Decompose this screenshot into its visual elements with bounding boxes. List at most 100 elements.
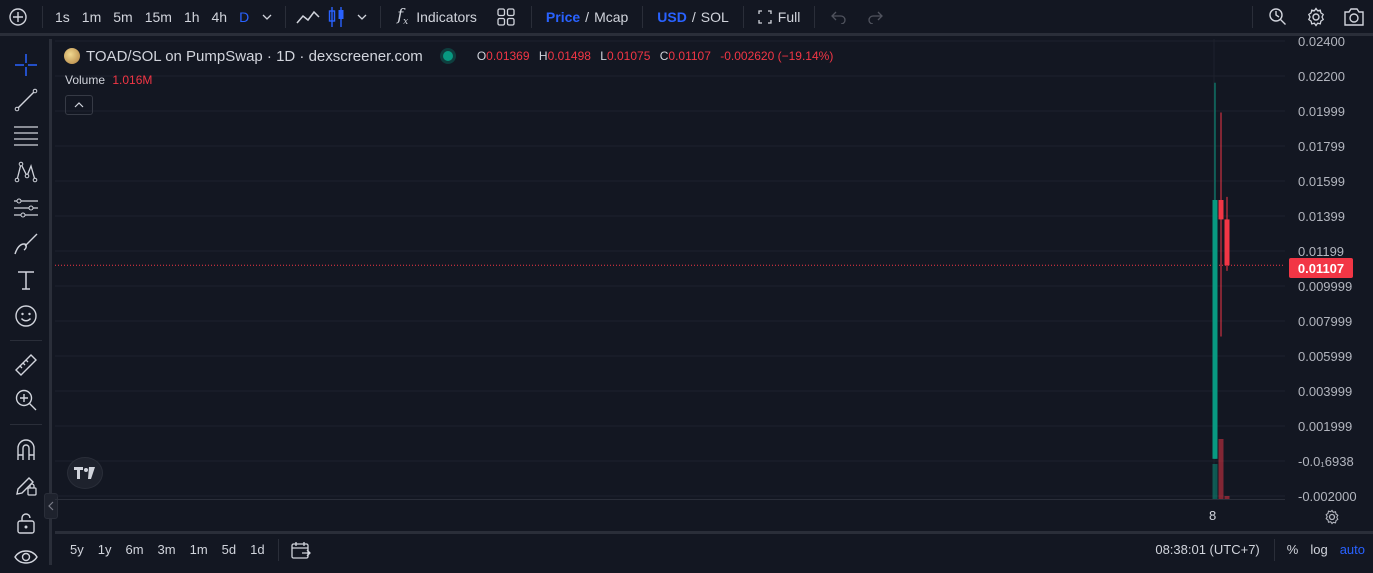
text-icon[interactable] <box>10 264 42 296</box>
undo-icon[interactable] <box>821 0 857 35</box>
chart-legend: TOAD/SOL on PumpSwap · 1D · dexscreener.… <box>64 46 839 66</box>
range-5y[interactable]: 5y <box>63 542 91 557</box>
separator <box>530 5 532 28</box>
price-axis-settings-icon[interactable] <box>1322 507 1342 527</box>
range-3m[interactable]: 3m <box>151 542 183 557</box>
price-tick: 0.009999 <box>1298 279 1353 294</box>
tradingview-logo-icon <box>74 467 95 479</box>
line-chart-icon[interactable] <box>292 0 324 35</box>
price-tick: 0.01999 <box>1298 104 1345 119</box>
price-axis[interactable]: 0.02400 0.02200 0.01999 0.01799 0.01599 0.013… <box>1285 34 1373 531</box>
separator <box>1252 5 1253 28</box>
date-range-icon[interactable] <box>285 541 317 559</box>
auto-toggle[interactable]: auto <box>1334 542 1373 557</box>
collapse-legend-button[interactable] <box>65 95 93 115</box>
slash: / <box>691 8 696 25</box>
settings-gear-icon[interactable] <box>1297 0 1335 35</box>
magnet-icon[interactable] <box>10 434 42 466</box>
close-value: 0.01107 <box>668 49 711 63</box>
fullscreen-icon <box>758 9 772 24</box>
volume-legend: Volume 1.016M <box>65 73 152 87</box>
indicators-button[interactable]: fx Indicators <box>387 0 487 35</box>
symbol-title[interactable]: TOAD/SOL on PumpSwap · 1D · dexscreener.… <box>86 48 423 65</box>
prediction-icon[interactable] <box>10 192 42 224</box>
interval-d[interactable]: D <box>233 0 255 35</box>
percent-toggle[interactable]: % <box>1281 542 1305 557</box>
slash: / <box>585 8 590 25</box>
separator <box>642 5 644 28</box>
trend-line-icon[interactable] <box>10 84 42 116</box>
chevron-down-icon[interactable] <box>350 0 374 35</box>
interval-1m[interactable]: 1m <box>76 0 107 35</box>
add-symbol-icon[interactable] <box>0 0 36 35</box>
emoji-icon[interactable] <box>10 300 42 332</box>
log-toggle[interactable]: log <box>1304 542 1333 557</box>
current-price-label: 0.01107 <box>1289 258 1353 278</box>
separator <box>285 5 287 28</box>
change-value: -0.002620 (−19.14%) <box>720 49 834 63</box>
price-tick: 0.01599 <box>1298 174 1345 189</box>
separator <box>380 5 382 28</box>
layouts-icon[interactable] <box>487 0 525 35</box>
separator <box>277 538 279 561</box>
fullscreen-button[interactable]: Full <box>750 0 809 35</box>
open-value: 0.01369 <box>486 49 530 63</box>
separator <box>10 424 42 425</box>
drawing-toolbar <box>0 39 58 565</box>
tradingview-logo[interactable] <box>67 457 103 489</box>
eye-icon[interactable] <box>10 541 42 573</box>
indicators-label: Indicators <box>416 8 477 25</box>
usd-sol-toggle[interactable]: USD / SOL <box>649 0 736 35</box>
crosshair-icon[interactable] <box>10 49 42 81</box>
redo-icon[interactable] <box>857 0 893 35</box>
clock-timezone[interactable]: 08:38:01 (UTC+7) <box>1147 542 1267 557</box>
price-tick: -0.002000 <box>1298 489 1357 504</box>
volume-bar <box>1218 439 1224 499</box>
ruler-icon[interactable] <box>10 349 42 381</box>
time-axis[interactable]: 8 <box>55 499 1285 531</box>
quick-search-icon[interactable] <box>1259 0 1297 35</box>
chevron-down-icon[interactable] <box>255 0 279 35</box>
chevron-up-icon <box>74 102 84 108</box>
fib-retracement-icon[interactable] <box>10 120 42 152</box>
interval-4h[interactable]: 4h <box>206 0 234 35</box>
interval-5m[interactable]: 5m <box>107 0 138 35</box>
range-1d[interactable]: 1d <box>243 542 271 557</box>
chevron-left-icon <box>48 501 54 511</box>
candles-icon[interactable] <box>324 0 350 35</box>
lock-icon[interactable] <box>10 507 42 539</box>
price-tick: 0.01799 <box>1298 139 1345 154</box>
mcap-option: Mcap <box>594 8 629 25</box>
volume-bar <box>1212 464 1218 499</box>
zoom-in-icon[interactable] <box>10 384 42 416</box>
range-6m[interactable]: 6m <box>118 542 150 557</box>
time-axis-tick: 8 <box>1209 508 1217 523</box>
volume-value: 1.016M <box>112 73 153 87</box>
lock-drawing-pencil-icon[interactable] <box>10 469 42 501</box>
price-tick: 0.005999 <box>1298 349 1353 364</box>
price-mcap-toggle[interactable]: Price / Mcap <box>538 0 636 35</box>
range-1y[interactable]: 1y <box>91 542 119 557</box>
interval-1h[interactable]: 1h <box>178 0 206 35</box>
interval-15m[interactable]: 15m <box>139 0 178 35</box>
range-1m[interactable]: 1m <box>183 542 215 557</box>
interval-1s[interactable]: 1s <box>49 0 76 35</box>
toad-token-icon <box>64 48 80 64</box>
low-value: 0.01075 <box>606 49 651 63</box>
price-option: Price <box>545 8 581 25</box>
ohlc-values: O0.01369 H0.01498 L0.01075 C0.01107 -0.0… <box>477 49 840 63</box>
chart-pane[interactable] <box>55 39 1285 499</box>
sol-option: SOL <box>700 8 729 25</box>
open-label: O <box>476 49 487 63</box>
range-5d[interactable]: 5d <box>215 542 243 557</box>
price-tick: -0.0₁6938 <box>1298 454 1354 469</box>
high-label: H <box>538 49 548 63</box>
brush-icon[interactable] <box>10 228 42 260</box>
candle-body <box>1212 200 1218 459</box>
price-tick: 0.001999 <box>1298 419 1353 434</box>
camera-icon[interactable] <box>1335 0 1373 35</box>
pattern-icon[interactable] <box>10 156 42 188</box>
price-tick: 0.01199 <box>1298 244 1345 259</box>
price-tick: 0.02400 <box>1298 34 1345 49</box>
market-status-dot <box>442 51 453 61</box>
